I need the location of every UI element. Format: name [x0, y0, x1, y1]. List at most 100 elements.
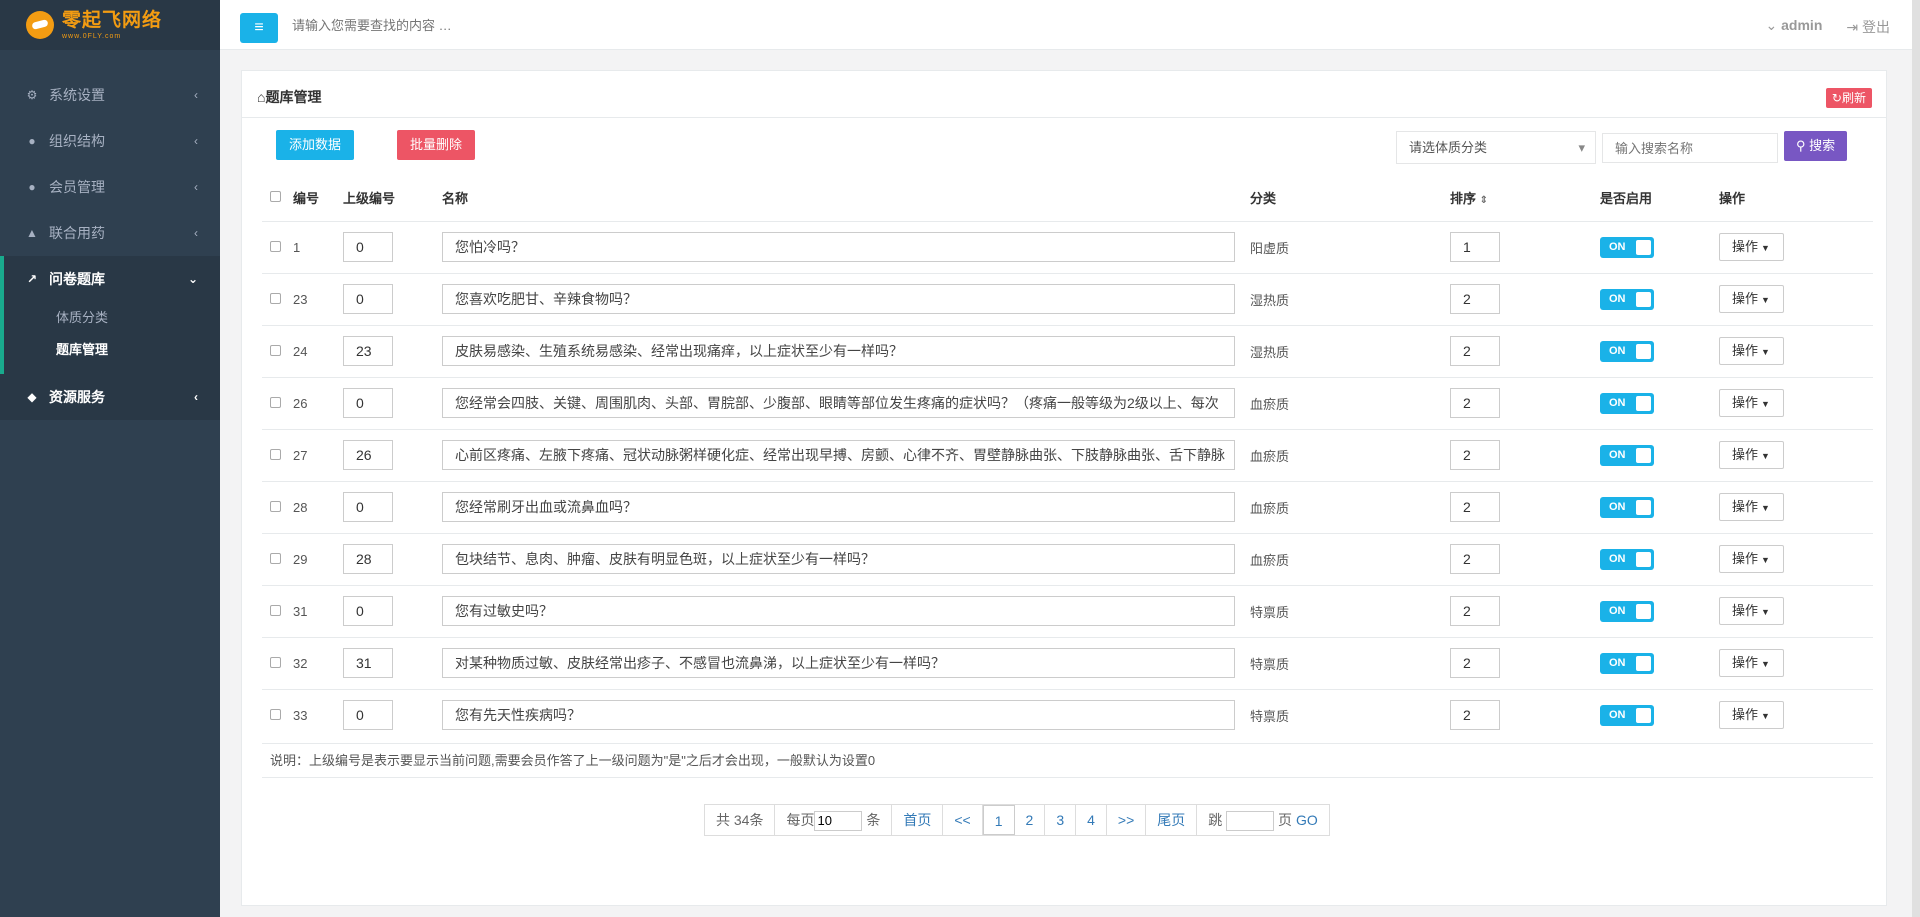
parent-id-input[interactable]: 0 — [343, 700, 393, 731]
parent-id-input[interactable]: 23 — [343, 336, 393, 366]
select-all-checkbox[interactable] — [270, 190, 281, 202]
user-menu[interactable]: ⌄ admin — [1766, 17, 1823, 37]
row-checkbox[interactable] — [270, 552, 281, 564]
question-name-input[interactable]: 对某种物质过敏、皮肤经常出疹子、不感冒也流鼻涕，以上症状至少有一样吗？ — [442, 648, 1235, 678]
row-checkbox[interactable] — [270, 292, 281, 304]
row-checkbox[interactable] — [270, 604, 281, 616]
logo[interactable]: 零起飞网络 www.0FLY.com — [0, 0, 220, 50]
enabled-toggle[interactable]: ON — [1600, 652, 1654, 674]
name-search-input[interactable] — [1602, 133, 1778, 163]
row-actions-dropdown[interactable]: 操作 ▼ — [1719, 597, 1784, 625]
sidebar-subitem-question-bank[interactable]: 题库管理 — [4, 334, 220, 366]
sidebar-item-questionnaire[interactable]: ↗ 问卷题库 ⌄ — [4, 256, 220, 302]
refresh-label: 刷新 — [1841, 91, 1866, 105]
enabled-toggle[interactable]: ON — [1600, 236, 1654, 258]
go-button[interactable]: GO — [1296, 812, 1318, 828]
sort-order-input[interactable]: 2 — [1450, 388, 1500, 418]
question-name-input[interactable]: 您有先天性疾病吗？ — [442, 700, 1235, 731]
parent-id-input[interactable]: 0 — [343, 284, 393, 314]
enabled-toggle[interactable]: ON — [1600, 496, 1654, 518]
parent-id-input[interactable]: 0 — [343, 492, 393, 522]
row-actions-dropdown[interactable]: 操作 ▼ — [1719, 701, 1784, 730]
enabled-toggle[interactable]: ON — [1600, 340, 1654, 362]
sort-order-input[interactable]: 2 — [1450, 336, 1500, 366]
page-link-4[interactable]: 4 — [1076, 805, 1107, 835]
sort-order-input[interactable]: 2 — [1450, 648, 1500, 678]
sort-order-input[interactable]: 2 — [1450, 700, 1500, 731]
parent-id-input[interactable]: 0 — [343, 232, 393, 262]
parent-id-input[interactable]: 31 — [343, 648, 393, 678]
page-link-3[interactable]: 3 — [1045, 805, 1077, 835]
question-name-input[interactable]: 包块结节、息肉、肿瘤、皮肤有明显色斑，以上症状至少有一样吗？ — [442, 544, 1235, 574]
per-page-input[interactable] — [814, 810, 863, 831]
sort-order-input[interactable]: 1 — [1450, 232, 1500, 262]
sort-order-input[interactable]: 2 — [1450, 596, 1500, 626]
question-name-input[interactable]: 心前区疼痛、左腋下疼痛、冠状动脉粥样硬化症、经常出现早搏、房颤、心律不齐、胃壁静… — [442, 440, 1235, 470]
row-actions-dropdown[interactable]: 操作 ▼ — [1719, 545, 1784, 573]
row-checkbox[interactable] — [270, 240, 281, 252]
cell-category: 特禀质 — [1250, 584, 1450, 637]
prev-page-link[interactable]: << — [943, 805, 983, 835]
menu-toggle-button[interactable]: ≡ — [240, 13, 278, 43]
sort-order-input[interactable]: 2 — [1450, 544, 1500, 574]
sidebar-item-system-settings[interactable]: ⚙ 系统设置 ‹ — [0, 72, 220, 118]
page-link-1[interactable]: 1 — [982, 805, 1015, 835]
question-name-input[interactable]: 您经常刷牙出血或流鼻血吗？ — [442, 492, 1235, 522]
row-checkbox[interactable] — [270, 708, 281, 720]
sidebar-subitem-constitution[interactable]: 体质分类 — [4, 302, 220, 334]
row-actions-dropdown[interactable]: 操作 ▼ — [1719, 649, 1784, 677]
sort-order-input[interactable]: 2 — [1450, 284, 1500, 314]
row-checkbox[interactable] — [270, 448, 281, 460]
enabled-toggle[interactable]: ON — [1600, 704, 1654, 726]
enabled-toggle[interactable]: ON — [1600, 600, 1654, 622]
row-actions-dropdown[interactable]: 操作 ▼ — [1719, 337, 1784, 365]
page-scrollbar[interactable] — [1912, 0, 1920, 917]
enabled-toggle[interactable]: ON — [1600, 392, 1654, 414]
sort-order-input[interactable]: 2 — [1450, 440, 1500, 470]
col-sort[interactable]: 排序 ⇕ — [1450, 174, 1600, 221]
row-checkbox[interactable] — [270, 396, 281, 408]
row-checkbox[interactable] — [270, 500, 281, 512]
question-name-input[interactable]: 您喜欢吃肥甘、辛辣食物吗？ — [442, 284, 1235, 314]
question-name-input[interactable]: 您怕冷吗？ — [442, 232, 1235, 262]
col-sort-label: 排序 — [1450, 190, 1477, 206]
parent-id-input[interactable]: 26 — [343, 440, 393, 470]
row-actions-dropdown[interactable]: 操作 ▼ — [1719, 285, 1784, 313]
logout-link[interactable]: ⇥ 登出 — [1846, 17, 1890, 37]
sort-order-input[interactable]: 2 — [1450, 492, 1500, 522]
question-name-input[interactable]: 您经常会四肢、关键、周围肌肉、头部、胃脘部、少腹部、眼睛等部位发生疼痛的症状吗？… — [442, 388, 1235, 418]
row-actions-dropdown[interactable]: 操作 ▼ — [1719, 389, 1784, 417]
row-checkbox[interactable] — [270, 656, 281, 668]
row-checkbox[interactable] — [270, 344, 281, 356]
cell-id: 33 — [293, 688, 343, 741]
sidebar-item-organization[interactable]: ● 组织结构 ‹ — [0, 118, 220, 164]
parent-id-input[interactable]: 0 — [343, 388, 393, 418]
parent-id-input[interactable]: 0 — [343, 596, 393, 626]
enabled-toggle[interactable]: ON — [1600, 548, 1654, 570]
row-actions-dropdown[interactable]: 操作 ▼ — [1719, 233, 1784, 261]
chevron-down-icon: ⌄ — [187, 272, 198, 286]
row-actions-label: 操作 — [1732, 395, 1759, 410]
jump-page-input[interactable] — [1226, 810, 1275, 831]
category-select[interactable]: 请选体质分类 — [1396, 131, 1596, 164]
search-button[interactable]: ⚲ 搜索 — [1784, 131, 1848, 161]
sidebar-item-resource-service[interactable]: ◆ 资源服务 ‹ — [0, 374, 220, 420]
question-name-input[interactable]: 您有过敏史吗？ — [442, 596, 1235, 626]
first-page-link[interactable]: 首页 — [892, 805, 944, 835]
parent-id-input[interactable]: 28 — [343, 544, 393, 574]
global-search-input[interactable] — [292, 14, 692, 36]
page-link-2[interactable]: 2 — [1015, 805, 1046, 835]
bank-icon: ▲ — [26, 226, 38, 240]
next-page-link[interactable]: >> — [1107, 805, 1147, 835]
sidebar-item-combined-medication[interactable]: ▲ 联合用药 ‹ — [0, 210, 220, 256]
sidebar-item-members[interactable]: ● 会员管理 ‹ — [0, 164, 220, 210]
add-data-button[interactable]: 添加数据 — [276, 130, 355, 160]
last-page-link[interactable]: 尾页 — [1146, 805, 1198, 835]
row-actions-dropdown[interactable]: 操作 ▼ — [1719, 441, 1784, 469]
enabled-toggle[interactable]: ON — [1600, 444, 1654, 466]
refresh-button[interactable]: ↻刷新 — [1825, 88, 1872, 108]
question-name-input[interactable]: 皮肤易感染、生殖系统易感染、经常出现痛痒，以上症状至少有一样吗？ — [442, 336, 1235, 366]
enabled-toggle[interactable]: ON — [1600, 288, 1654, 310]
batch-delete-button[interactable]: 批量删除 — [397, 130, 476, 160]
row-actions-dropdown[interactable]: 操作 ▼ — [1719, 493, 1784, 521]
